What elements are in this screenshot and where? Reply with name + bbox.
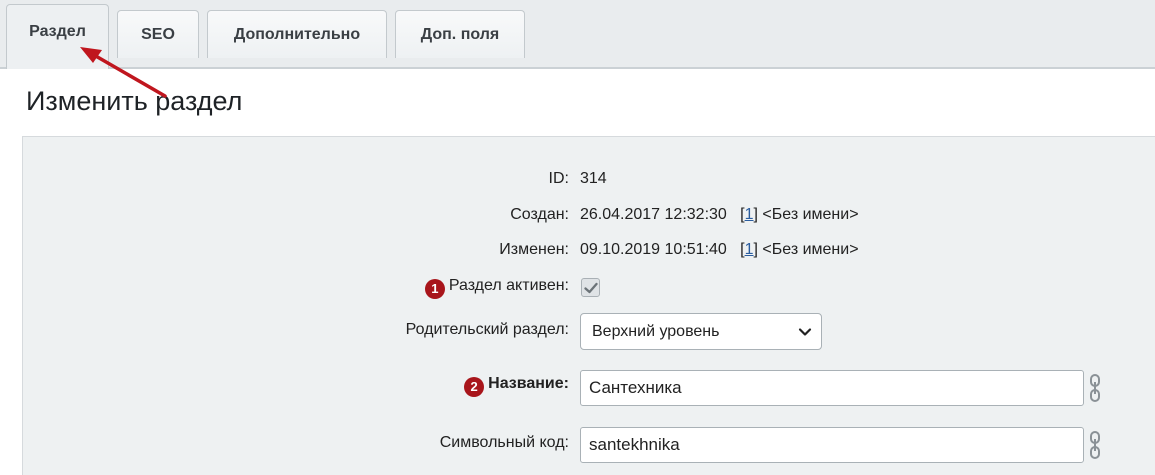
parent-label: Родительский раздел: [405,321,569,338]
tab-additional[interactable]: Дополнительно [207,10,387,58]
chevron-down-icon [798,328,812,336]
modified-user-name: <Без имени> [762,241,859,258]
id-label: ID: [548,170,569,187]
created-date: 26.04.2017 12:32:30 [580,206,727,223]
modified-date: 09.10.2019 10:51:40 [580,241,727,258]
id-value: 314 [580,170,607,187]
created-user-name: <Без имени> [762,206,859,223]
tab-bar: Раздел SEO Дополнительно Доп. поля [0,0,1155,69]
chain-link-icon[interactable] [1088,373,1102,403]
parent-section-select[interactable]: Верхний уровень [580,313,822,350]
modified-user-link[interactable]: 1 [745,241,754,258]
modified-value: 09.10.2019 10:51:40 [1] <Без имени> [580,241,859,259]
checkmark-icon [583,282,598,293]
active-label-row: 1 Раздел активен: [424,277,569,299]
modified-label: Изменен: [499,241,569,258]
step-badge-1: 1 [424,278,445,299]
created-user-link[interactable]: 1 [745,206,754,223]
created-user-bracket-close: ] [753,206,758,223]
tab-extra-fields[interactable]: Доп. поля [395,10,525,58]
tab-section[interactable]: Раздел [6,4,109,69]
modified-user-bracket-close: ] [753,241,758,258]
code-input[interactable]: santekhnika [580,427,1084,463]
step-badge-2: 2 [464,376,485,397]
page-title: Изменить раздел [26,86,243,116]
active-checkbox[interactable] [581,278,600,297]
created-label: Создан: [510,206,569,223]
created-value: 26.04.2017 12:32:30 [1] <Без имени> [580,206,859,224]
name-label: Название: [488,375,569,392]
code-label: Символьный код: [439,434,569,451]
chain-link-icon[interactable] [1088,430,1102,460]
active-label: Раздел активен: [448,277,569,294]
tab-seo[interactable]: SEO [117,10,199,58]
name-label-row: 2 Название: [464,375,569,397]
name-input[interactable]: Сантехника [580,370,1084,406]
parent-section-value: Верхний уровень [592,322,720,340]
